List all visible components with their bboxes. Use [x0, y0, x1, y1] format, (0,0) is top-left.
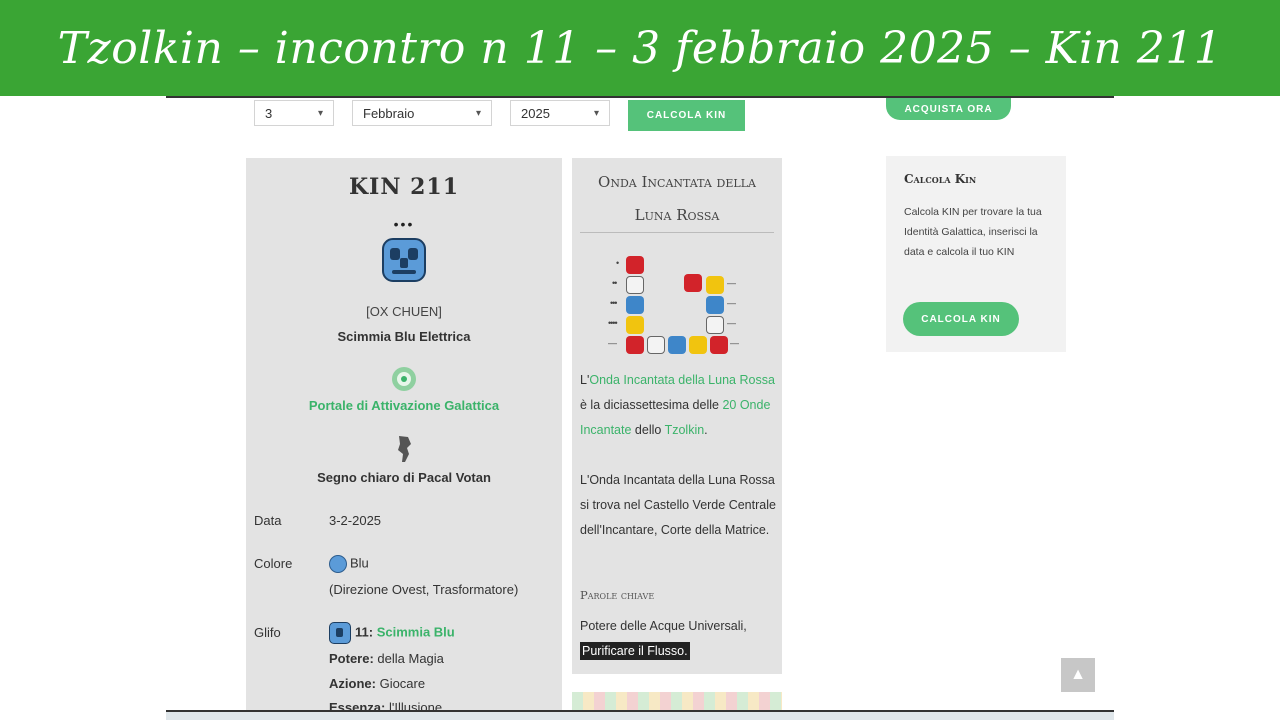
white-glyph-icon	[647, 336, 665, 354]
tone-dots: •	[616, 258, 619, 268]
calcola-kin-widget: Calcola Kin Calcola KIN per trovare la t…	[886, 156, 1066, 352]
chevron-up-icon[interactable]: ▲	[1061, 658, 1095, 692]
white-glyph-icon	[626, 276, 644, 294]
blue-glyph-icon	[668, 336, 686, 354]
chevron-down-icon: ▾	[593, 107, 599, 119]
monkey-glyph-icon	[246, 238, 562, 287]
portal-link[interactable]: Portale di Attivazione Galattica	[246, 398, 562, 413]
webpage-screenshot: 3 ▾ Febbraio ▾ 2025 ▾ CALCOLA KIN KIN 211 •…	[166, 96, 1114, 714]
tzolkin-link[interactable]: Tzolkin	[665, 423, 705, 437]
tone-bar: —	[727, 278, 736, 288]
onda-link[interactable]: Onda Incantata della Luna Rossa	[589, 373, 775, 387]
red-glyph-icon	[684, 274, 702, 292]
chevron-down-icon: ▾	[317, 107, 323, 119]
chevron-down-icon: ▾	[475, 107, 481, 119]
keywords-text: Potere delle Acque Universali, Purificare…	[580, 619, 747, 660]
data-label: Data	[254, 513, 282, 528]
tone-bar: —	[608, 338, 617, 348]
tone-dots: ••••	[608, 318, 618, 328]
divider	[580, 232, 774, 233]
portal-icon	[246, 366, 562, 397]
colore-label: Colore	[254, 556, 293, 571]
pacal-votan-icon	[246, 434, 562, 469]
tone-dots: ••	[612, 278, 617, 288]
tone-dots: •••	[393, 216, 415, 232]
footer-strip	[166, 712, 1114, 720]
white-glyph-icon	[706, 316, 724, 334]
widget-calcola-kin-button[interactable]: CALCOLA KIN	[903, 302, 1019, 336]
tone-dots: •••	[610, 298, 618, 308]
potere-row: Potere: della Magia	[329, 651, 444, 666]
data-value: 3-2-2025	[329, 513, 382, 528]
wave-title-line1: Onda Incantata della	[598, 173, 756, 191]
tone-bar: —	[727, 318, 736, 328]
blue-glyph-icon	[706, 296, 724, 314]
red-glyph-icon	[626, 336, 644, 354]
wave-paragraph-1: L'Onda Incantata della Luna Rossa è la d…	[580, 373, 775, 437]
tone-bar: —	[730, 338, 739, 348]
colore-detail: (Direzione Ovest, Trasformatore)	[329, 582, 519, 597]
maya-name: [OX CHUEN]	[366, 304, 442, 319]
kin-title: KIN 211	[348, 174, 460, 200]
blue-glyph-icon	[626, 296, 644, 314]
year-select[interactable]: 2025 ▾	[510, 100, 610, 126]
glifo-value: 11: Scimmia Blu	[329, 622, 455, 644]
monkey-glyph-icon	[329, 622, 351, 644]
glifo-link[interactable]: Scimmia Blu	[377, 624, 455, 639]
blue-dot-icon	[329, 555, 347, 573]
yellow-glyph-icon	[706, 276, 724, 294]
wave-title-line2: Luna Rossa	[634, 206, 720, 224]
keywords-title: Parole chiave	[580, 588, 655, 602]
azione-row: Azione: Giocare	[329, 676, 426, 691]
wave-glyph-diagram: • •• ••• •••• — — — — —	[572, 250, 782, 368]
selected-text: Purificare il Flusso.	[580, 642, 690, 660]
widget-text: Calcola KIN per trovare la tua Identità …	[904, 206, 1042, 258]
glifo-label: Glifo	[254, 625, 281, 640]
calcola-kin-button[interactable]: CALCOLA KIN	[628, 100, 745, 131]
colore-value: Blu	[329, 555, 369, 573]
video-title-banner: Tzolkin – incontro n 11 – 3 febbraio 202…	[0, 0, 1280, 96]
month-select[interactable]: Febbraio ▾	[352, 100, 492, 126]
red-glyph-icon	[626, 256, 644, 274]
kin-name: Scimmia Blu Elettrica	[337, 329, 471, 344]
wave-panel: Onda Incantata della Luna Rossa • •• •••…	[572, 158, 782, 674]
tone-bar: —	[727, 298, 736, 308]
acquista-ora-button[interactable]: ACQUISTA ORA	[886, 98, 1011, 120]
pacal-votan-label: Segno chiaro di Pacal Votan	[317, 470, 491, 485]
yellow-glyph-icon	[689, 336, 707, 354]
kin-panel: KIN 211 ••• [OX CHUEN] Scimmia Blu Elett…	[246, 158, 562, 714]
red-glyph-icon	[710, 336, 728, 354]
widget-title: Calcola Kin	[904, 172, 977, 186]
wave-paragraph-2: L'Onda Incantata della Luna Rossa si tro…	[580, 473, 776, 537]
video-title: Tzolkin – incontro n 11 – 3 febbraio 202…	[57, 22, 1223, 74]
day-select[interactable]: 3 ▾	[254, 100, 334, 126]
yellow-glyph-icon	[626, 316, 644, 334]
